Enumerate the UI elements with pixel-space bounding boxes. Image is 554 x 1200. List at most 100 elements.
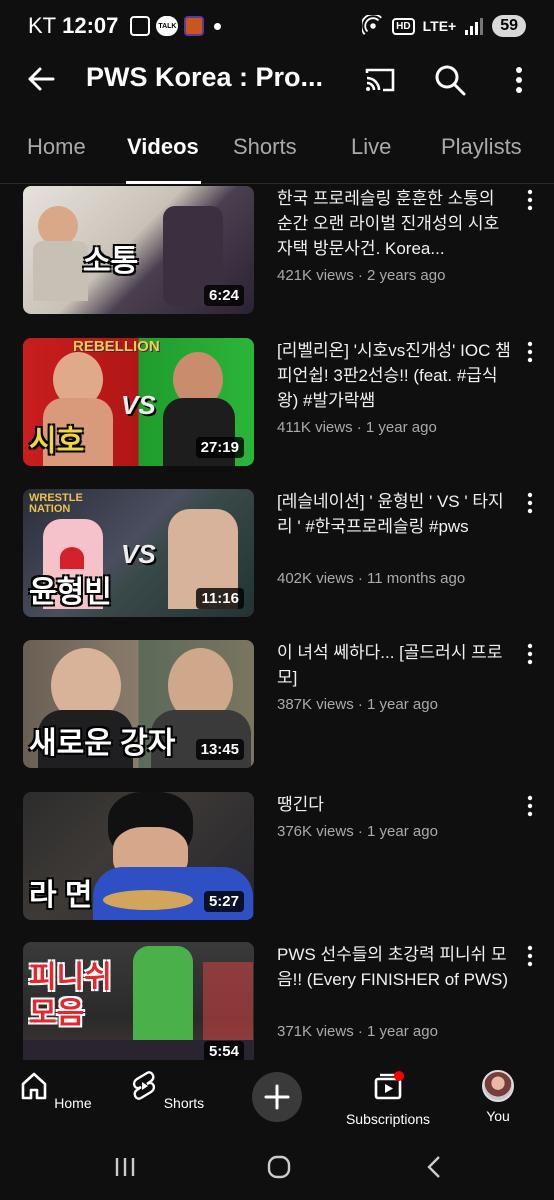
system-navigation-bar: [0, 1140, 554, 1200]
more-vert-icon[interactable]: [522, 944, 538, 968]
video-item[interactable]: 소통 6:24 한국 프로레슬링 훈훈한 소통의 순간 오랜 라이벌 진개성의 …: [0, 186, 554, 326]
video-duration: 5:54: [203, 1041, 244, 1060]
notification-icons: TALK: [130, 16, 222, 36]
nav-home[interactable]: Home: [10, 1070, 100, 1111]
tab-playlists[interactable]: Playlists: [441, 134, 522, 160]
channel-title: PWS Korea : Pro...: [86, 62, 324, 92]
recent-apps-icon[interactable]: [112, 1154, 138, 1180]
nav-shorts[interactable]: Shorts: [121, 1070, 211, 1111]
thumbnail-caption: 라 면: [29, 879, 93, 912]
battery-indicator: 59: [492, 15, 526, 37]
thumbnail-vs: VS: [121, 539, 156, 569]
avatar: [482, 1070, 514, 1102]
active-tab-indicator: [126, 181, 201, 184]
nav-subscriptions-label: Subscriptions: [345, 1111, 431, 1127]
tab-home[interactable]: Home: [27, 134, 86, 160]
shorts-icon: [132, 1071, 155, 1100]
thumbnail-caption: 소통: [83, 245, 139, 278]
app-notification-icon: [184, 16, 205, 36]
video-thumbnail[interactable]: WRESTLE NATION VS 윤형빈 11:16: [23, 489, 254, 617]
more-vert-icon[interactable]: [522, 794, 538, 818]
video-thumbnail[interactable]: 새로운 강자 13:45: [23, 640, 254, 768]
more-vert-icon[interactable]: [522, 491, 538, 515]
kakaotalk-icon: TALK: [156, 16, 179, 36]
thumbnail-caption: 윤형빈: [29, 576, 112, 609]
video-meta: 411K views · 1 year ago: [277, 419, 437, 436]
tab-shorts[interactable]: Shorts: [233, 134, 297, 160]
video-item[interactable]: 새로운 강자 13:45 이 녀석 쎄하다... [골드러시 프로모] 387K…: [0, 640, 554, 780]
video-title[interactable]: 한국 프로레슬링 훈훈한 소통의 순간 오랜 라이벌 진개성의 시호 자택 방문…: [277, 186, 513, 261]
clock: 12:07: [62, 13, 119, 38]
video-meta: 402K views · 11 months ago: [277, 570, 466, 587]
thumbnail-banner: REBELLION: [73, 338, 160, 355]
video-duration: 11:16: [196, 588, 244, 609]
create-button[interactable]: [252, 1072, 302, 1122]
app-header: PWS Korea : Pro...: [0, 52, 554, 108]
video-title[interactable]: [레슬네이션] ' 윤형빈 ' VS ' 타지리 ' #한국프로레슬링 #pws: [277, 489, 513, 539]
video-meta: 387K views · 1 year ago: [277, 696, 438, 713]
video-title[interactable]: 땡긴다: [277, 792, 513, 817]
thumbnail-vs: VS: [121, 390, 156, 420]
plus-icon: [264, 1084, 290, 1110]
more-vert-icon[interactable]: [522, 642, 538, 666]
video-thumbnail[interactable]: 피니쉬 모음 5:54: [23, 942, 254, 1060]
thumbnail-caption: 시호: [29, 425, 85, 458]
video-title[interactable]: 이 녀석 쎄하다... [골드러시 프로모]: [277, 640, 513, 690]
back-chevron-icon[interactable]: [422, 1154, 448, 1180]
video-duration: 13:45: [195, 739, 244, 760]
screenshot-icon: [130, 16, 151, 36]
video-duration: 6:24: [203, 285, 244, 306]
video-item[interactable]: REBELLION VS 시호 27:19 [리벨리온] '시호vs진개성' I…: [0, 338, 554, 478]
video-item[interactable]: WRESTLE NATION VS 윤형빈 11:16 [레슬네이션] ' 윤형…: [0, 489, 554, 629]
signal-icon: [465, 18, 484, 35]
thumbnail-caption: 피니쉬 모음: [29, 961, 112, 1030]
video-duration: 27:19: [195, 437, 244, 458]
tab-live[interactable]: Live: [351, 134, 391, 160]
more-vert-icon[interactable]: [522, 340, 538, 364]
nav-shorts-label: Shorts: [163, 1095, 205, 1111]
more-vert-icon[interactable]: [504, 62, 534, 98]
noodle-bowl: [103, 890, 193, 910]
video-thumbnail[interactable]: REBELLION VS 시호 27:19: [23, 338, 254, 466]
hd-voice-icon: HD: [392, 17, 415, 35]
video-meta: 421K views · 2 years ago: [277, 267, 446, 284]
more-vert-icon[interactable]: [522, 188, 538, 212]
nav-you[interactable]: You: [453, 1070, 543, 1124]
bottom-navigation: Home Shorts Subscriptions You: [0, 1062, 554, 1140]
video-duration: 5:27: [203, 891, 244, 912]
network-type-label: LTE+: [422, 18, 457, 34]
thumbnail-caption: 새로운 강자: [29, 727, 176, 760]
home-icon: [22, 1072, 47, 1100]
nav-you-label: You: [486, 1108, 510, 1124]
thumbnail-person-body: [33, 241, 88, 301]
search-icon[interactable]: [432, 62, 468, 98]
system-icons: HD LTE+ 59: [362, 15, 526, 37]
thumbnail-ring-rope: [203, 962, 253, 1042]
thumbnail-person: [133, 946, 193, 1041]
video-meta: 371K views · 1 year ago: [277, 1023, 438, 1040]
status-bar: KT 12:07 TALK HD LTE+ 59: [0, 0, 554, 52]
video-thumbnail[interactable]: 라 면 5:27: [23, 792, 254, 920]
cast-icon[interactable]: [362, 62, 398, 98]
video-title[interactable]: PWS 선수들의 초강력 피니쉬 모음!! (Every FINISHER of…: [277, 942, 513, 992]
tab-videos[interactable]: Videos: [127, 134, 199, 160]
channel-tabs: Home Videos Shorts Live Playlists: [0, 122, 554, 184]
video-thumbnail[interactable]: 소통 6:24: [23, 186, 254, 314]
carrier-label: KT: [28, 13, 57, 38]
video-item[interactable]: 피니쉬 모음 5:54 PWS 선수들의 초강력 피니쉬 모음!! (Every…: [0, 942, 554, 1060]
home-circle-icon[interactable]: [266, 1154, 292, 1180]
subscriptions-icon: [374, 1071, 404, 1100]
notification-badge: [394, 1071, 404, 1081]
heart-icon: [60, 547, 84, 569]
video-list[interactable]: 소통 6:24 한국 프로레슬링 훈훈한 소통의 순간 오랜 라이벌 진개성의 …: [0, 186, 554, 1060]
video-item[interactable]: 라 면 5:27 땡긴다 376K views · 1 year ago: [0, 792, 554, 932]
video-title[interactable]: [리벨리온] '시호vs진개성' IOC 챔피언쉽! 3판2선승!! (feat…: [277, 338, 513, 413]
nav-home-label: Home: [54, 1095, 92, 1111]
nav-subscriptions[interactable]: Subscriptions: [342, 1070, 434, 1127]
video-meta: 376K views · 1 year ago: [277, 823, 438, 840]
back-arrow-icon[interactable]: [26, 64, 56, 94]
cast-status-icon: [362, 15, 383, 35]
thumbnail-person: [38, 206, 78, 246]
more-notifications-dot: [214, 22, 222, 30]
thumbnail-banner: WRESTLE NATION: [29, 492, 83, 515]
